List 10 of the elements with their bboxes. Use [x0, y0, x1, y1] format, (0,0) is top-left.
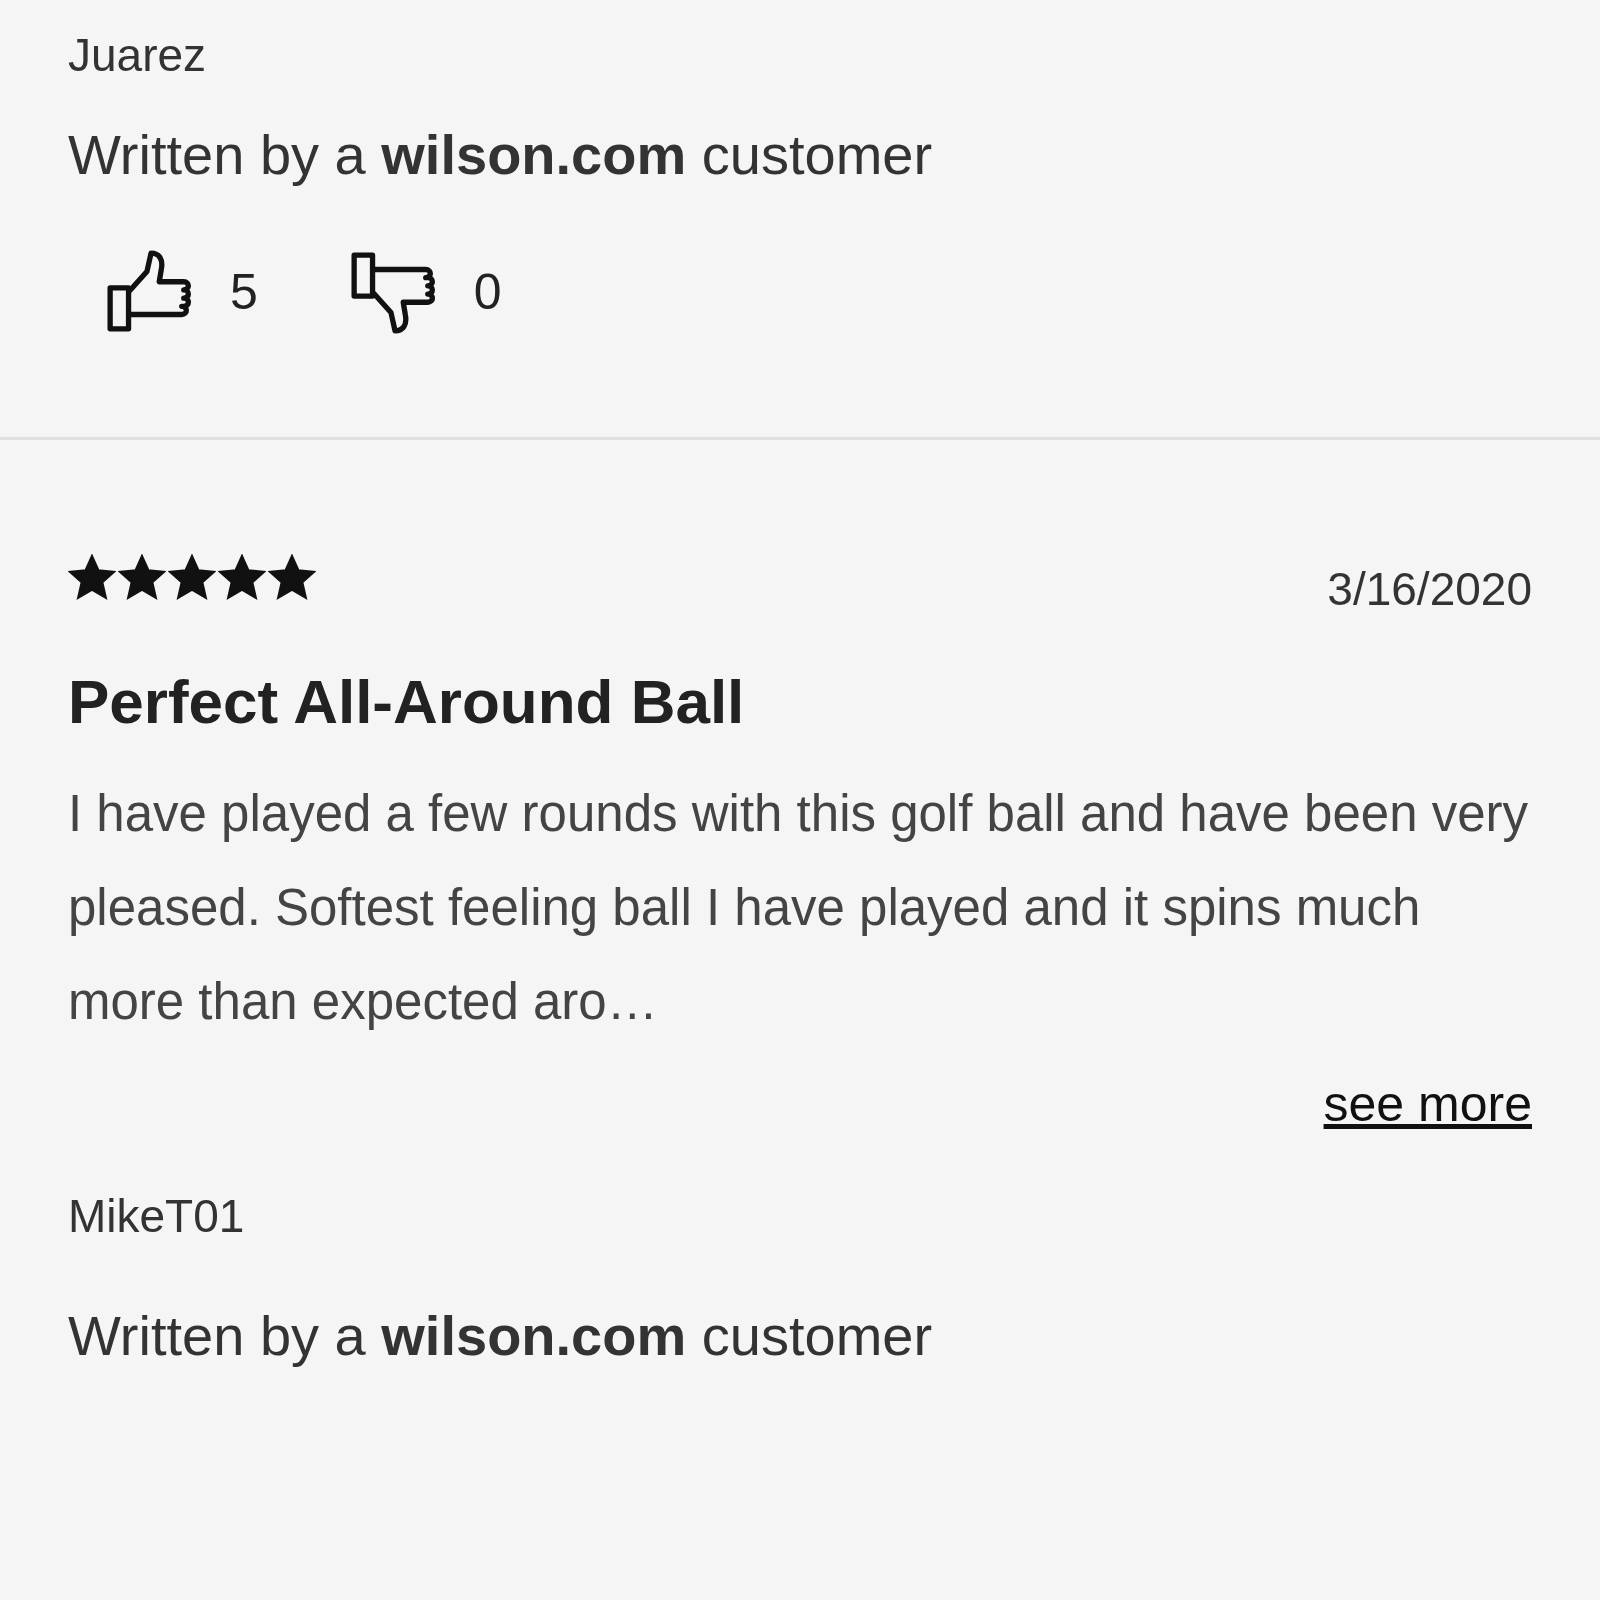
vote-count: 0: [473, 263, 502, 321]
reviewer-name: MikeT01: [68, 1189, 246, 1243]
reviewer-name: Juarez: [68, 28, 208, 82]
see-more-link[interactable]: see more: [1323, 1075, 1532, 1133]
review-source: Written by a wilson.com customer: [68, 122, 934, 187]
review-date: 3/16/2020: [1327, 562, 1532, 616]
review-text: I have played a few rounds with this golf ball and have been very pleased. Softest feeling ball I have played and it spins much more than expected aro…: [68, 784, 1530, 1032]
vote-count: 5: [230, 263, 258, 321]
review-title: Perfect All-Around Ball: [68, 666, 746, 737]
review-source: Written by a wilson.com customer: [68, 1303, 934, 1368]
